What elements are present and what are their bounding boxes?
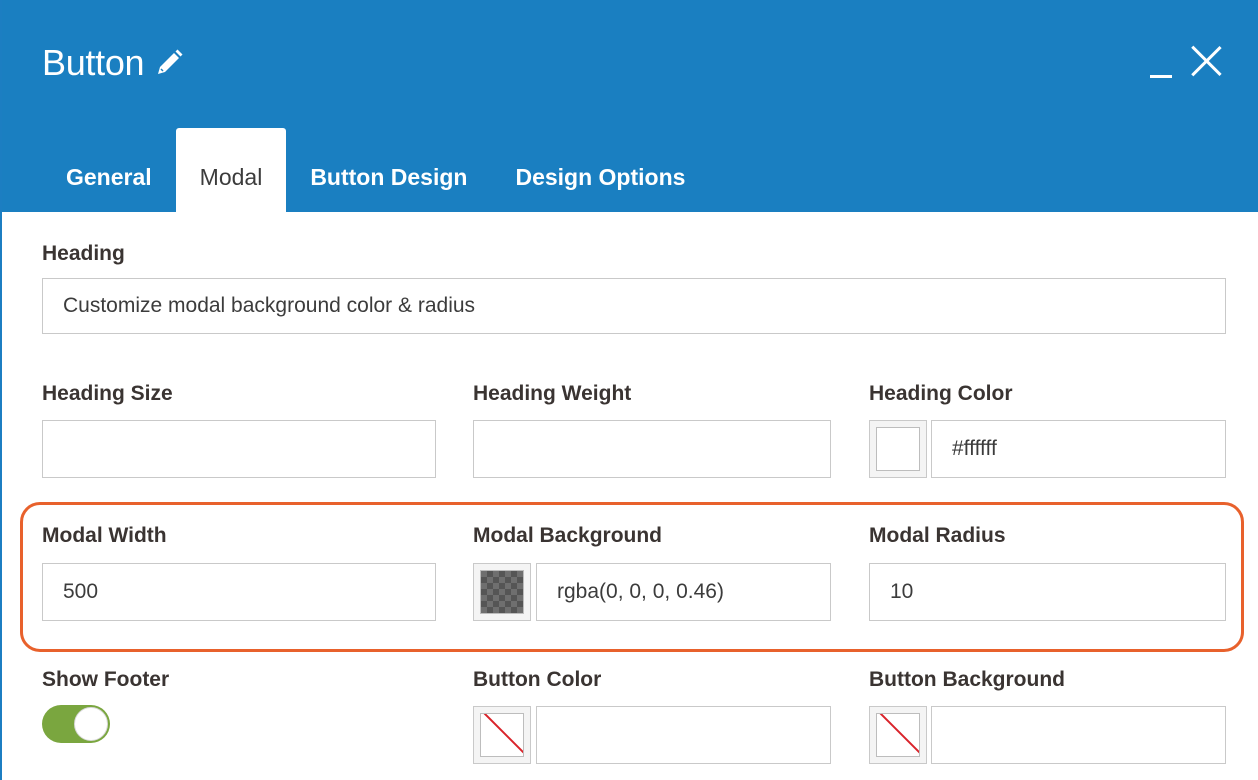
heading-weight-label: Heading Weight bbox=[473, 382, 632, 405]
modal-width-input[interactable]: 500 bbox=[42, 563, 436, 621]
title-row: Button bbox=[42, 42, 184, 84]
tab-general[interactable]: General bbox=[42, 128, 176, 212]
button-color-input[interactable] bbox=[536, 706, 831, 764]
minimize-icon[interactable] bbox=[1150, 40, 1174, 80]
no-color-icon bbox=[876, 713, 920, 757]
modal-width-label: Modal Width bbox=[42, 524, 167, 547]
modal-background-swatch[interactable] bbox=[473, 563, 531, 621]
heading-weight-input[interactable] bbox=[473, 420, 831, 478]
heading-color-preview bbox=[876, 427, 920, 471]
close-icon[interactable] bbox=[1188, 40, 1224, 80]
modal-background-input[interactable]: rgba(0, 0, 0, 0.46) bbox=[536, 563, 831, 621]
heading-color-input[interactable]: #ffffff bbox=[931, 420, 1226, 478]
button-background-swatch[interactable] bbox=[869, 706, 927, 764]
show-footer-label: Show Footer bbox=[42, 668, 170, 691]
heading-size-input[interactable] bbox=[42, 420, 436, 478]
heading-color-label: Heading Color bbox=[869, 382, 1013, 405]
show-footer-toggle[interactable] bbox=[42, 705, 110, 743]
button-settings-window: Button General Modal Button Design Desig… bbox=[0, 0, 1258, 780]
modal-radius-label: Modal Radius bbox=[869, 524, 1006, 547]
modal-radius-input[interactable]: 10 bbox=[869, 563, 1226, 621]
window-title: Button bbox=[42, 42, 145, 83]
pencil-icon[interactable] bbox=[154, 48, 184, 78]
button-background-input[interactable] bbox=[931, 706, 1226, 764]
heading-size-label: Heading Size bbox=[42, 382, 173, 405]
modal-background-preview bbox=[480, 570, 524, 614]
heading-input[interactable]: Customize modal background color & radiu… bbox=[42, 278, 1226, 334]
button-color-swatch[interactable] bbox=[473, 706, 531, 764]
window-controls bbox=[1150, 40, 1224, 80]
button-background-label: Button Background bbox=[869, 668, 1065, 691]
window-header: Button General Modal Button Design Desig… bbox=[2, 0, 1258, 212]
tab-button-design[interactable]: Button Design bbox=[286, 128, 491, 212]
button-color-label: Button Color bbox=[473, 668, 602, 691]
tab-design-options[interactable]: Design Options bbox=[491, 128, 709, 212]
no-color-icon bbox=[480, 713, 524, 757]
modal-background-label: Modal Background bbox=[473, 524, 663, 547]
tab-bar: General Modal Button Design Design Optio… bbox=[42, 128, 709, 212]
heading-label: Heading bbox=[42, 242, 125, 265]
toggle-knob bbox=[74, 707, 108, 741]
heading-color-swatch[interactable] bbox=[869, 420, 927, 478]
modal-settings-panel: Heading Customize modal background color… bbox=[2, 212, 1258, 780]
tab-modal[interactable]: Modal bbox=[175, 128, 287, 212]
